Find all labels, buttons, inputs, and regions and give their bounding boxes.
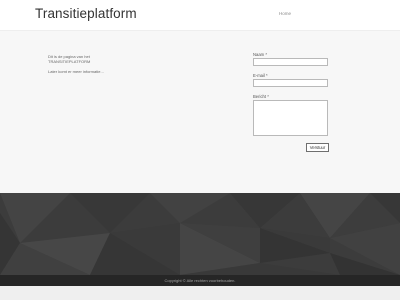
message-field[interactable] (253, 100, 328, 136)
intro-text: Dit is de pagina van het TRANSITIEPLATFO… (48, 54, 133, 74)
copyright-text: Copyright © Alle rechten voorbehouden. (164, 278, 236, 283)
name-field[interactable] (253, 58, 328, 66)
site-title-link[interactable]: Transitieplatform (35, 6, 137, 21)
footer-pattern-band (0, 193, 400, 275)
footer-pattern (0, 193, 400, 275)
intro-paragraph: Dit is de pagina van het TRANSITIEPLATFO… (48, 54, 91, 64)
email-field[interactable] (253, 79, 328, 87)
message-label: Bericht * (253, 94, 269, 99)
intro-note: Later komt er meer informatie... (48, 69, 104, 74)
nav-item-home[interactable]: Home (279, 11, 291, 16)
page-bottom-strip (0, 286, 400, 300)
main-content: Dit is de pagina van het TRANSITIEPLATFO… (0, 31, 400, 193)
contact-form: Naam * E-mail * Bericht * Verstuur (253, 52, 329, 152)
copyright-bar: Copyright © Alle rechten voorbehouden. (0, 275, 400, 286)
site-header: Transitieplatform Home (0, 0, 400, 31)
submit-button[interactable]: Verstuur (306, 143, 329, 152)
email-label: E-mail * (253, 73, 268, 78)
name-label: Naam * (253, 52, 267, 57)
